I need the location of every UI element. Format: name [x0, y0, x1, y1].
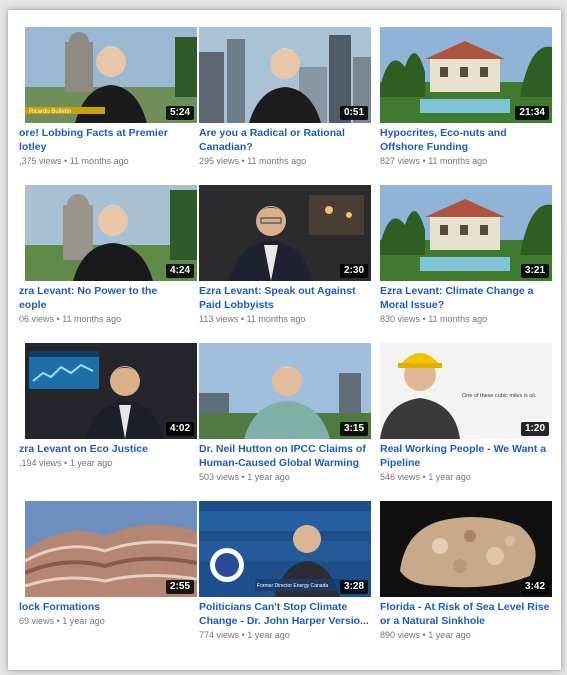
video-title[interactable]: Politicians Can't Stop Climate Change - D… [199, 600, 371, 628]
duration-badge: 3:42 [520, 580, 549, 594]
duration-badge: 2:30 [339, 264, 368, 278]
video-thumbnail[interactable]: 0:51 [199, 27, 371, 123]
video-card[interactable]: 3:15 Dr. Neil Hutton on IPCC Claims of Hu… [199, 343, 371, 493]
video-meta: 113 views • 11 months ago [199, 314, 306, 324]
video-thumbnail[interactable]: 4:02 [25, 343, 197, 439]
video-meta: 295 views • 11 months ago [199, 156, 307, 166]
video-thumbnail[interactable]: 3:42 [380, 501, 552, 597]
video-grid: Ricardo Bulletin 5:24 ore! Lobbing Facts… [8, 10, 561, 670]
video-meta: 546 views • 1 year ago [380, 472, 471, 482]
video-thumbnail[interactable]: 4:24 [25, 185, 197, 281]
duration-badge: 5:24 [165, 106, 194, 120]
video-thumbnail[interactable]: 3:21 [380, 185, 552, 281]
video-meta: 774 views • 1 year ago [199, 630, 290, 640]
video-thumbnail[interactable]: Former Director Energy Canada 3:28 [199, 501, 371, 597]
ticker-text: Ricardo Bulletin [29, 109, 71, 115]
video-title[interactable]: Ezra Levant: Speak out Against Paid Lobby… [199, 284, 371, 312]
video-meta: ,194 views • 1 year ago [19, 458, 113, 468]
video-title[interactable]: lock Formations [19, 600, 191, 614]
video-thumbnail[interactable]: 21:34 [380, 27, 552, 123]
video-title[interactable]: zra Levant on Eco Justice [19, 442, 191, 456]
video-title[interactable]: Florida - At Risk of Sea Level Rise or a … [380, 600, 552, 628]
video-title[interactable]: Hypocrites, Eco-nuts and Offshore Funding [380, 126, 552, 154]
duration-badge: 2:55 [165, 580, 194, 594]
video-card[interactable]: 3:21 Ezra Levant: Climate Change a Moral … [380, 185, 552, 335]
video-meta: 827 views • 11 months ago [380, 156, 488, 166]
thumbnail-caption: Former Director Energy Canada [257, 583, 328, 589]
duration-badge: 3:15 [339, 422, 368, 436]
video-thumbnail[interactable]: One of these cubic miles is oil. 1:20 [380, 343, 552, 439]
duration-badge: 3:28 [339, 580, 368, 594]
duration-badge: 3:21 [520, 264, 549, 278]
video-card[interactable]: 3:42 Florida - At Risk of Sea Level Rise… [380, 501, 552, 651]
thumbnail-caption: One of these cubic miles is oil. [462, 393, 537, 399]
video-title[interactable]: ore! Lobbing Facts at Premier lotley [19, 126, 191, 154]
video-card[interactable]: 21:34 Hypocrites, Eco-nuts and Offshore F… [380, 27, 552, 177]
duration-badge: 4:24 [165, 264, 194, 278]
duration-badge: 21:34 [515, 106, 549, 120]
video-grid-panel: Ricardo Bulletin 5:24 ore! Lobbing Facts… [8, 10, 561, 670]
video-card[interactable]: Ricardo Bulletin 5:24 ore! Lobbing Facts… [19, 27, 197, 177]
video-card[interactable]: Former Director Energy Canada 3:28 Polit… [199, 501, 371, 651]
duration-badge: 1:20 [520, 422, 549, 436]
video-thumbnail[interactable]: 2:55 [25, 501, 197, 597]
video-card[interactable]: 0:51 Are you a Radical or Rational Canadi… [199, 27, 371, 177]
video-thumbnail[interactable]: Ricardo Bulletin 5:24 [25, 27, 197, 123]
video-title[interactable]: Ezra Levant: Climate Change a Moral Issue… [380, 284, 552, 312]
video-meta: 890 views • 1 year ago [380, 630, 471, 640]
video-title[interactable]: Real Working People - We Want a Pipeline [380, 442, 552, 470]
video-meta: 69 views • 1 year ago [19, 616, 105, 626]
video-title[interactable]: Are you a Radical or Rational Canadian? [199, 126, 371, 154]
duration-badge: 0:51 [339, 106, 368, 120]
video-meta: 06 views • 11 months ago [19, 314, 122, 324]
video-card[interactable]: 2:55 lock Formations 69 views • 1 year a… [19, 501, 197, 651]
video-title[interactable]: zra Levant: No Power to the eople [19, 284, 191, 312]
video-thumbnail[interactable]: 3:15 [199, 343, 371, 439]
video-card[interactable]: 4:02 zra Levant on Eco Justice ,194 view… [19, 343, 197, 493]
video-card[interactable]: 2:30 Ezra Levant: Speak out Against Paid … [199, 185, 371, 335]
video-thumbnail[interactable]: 2:30 [199, 185, 371, 281]
duration-badge: 4:02 [165, 422, 194, 436]
video-meta: 830 views • 11 months ago [380, 314, 488, 324]
video-title[interactable]: Dr. Neil Hutton on IPCC Claims of Human-C… [199, 442, 371, 470]
video-card[interactable]: 4:24 zra Levant: No Power to the eople 06… [19, 185, 197, 335]
video-card[interactable]: One of these cubic miles is oil. 1:20 Re… [380, 343, 552, 493]
video-meta: ,375 views • 11 months ago [19, 156, 129, 166]
video-meta: 503 views • 1 year ago [199, 472, 290, 482]
